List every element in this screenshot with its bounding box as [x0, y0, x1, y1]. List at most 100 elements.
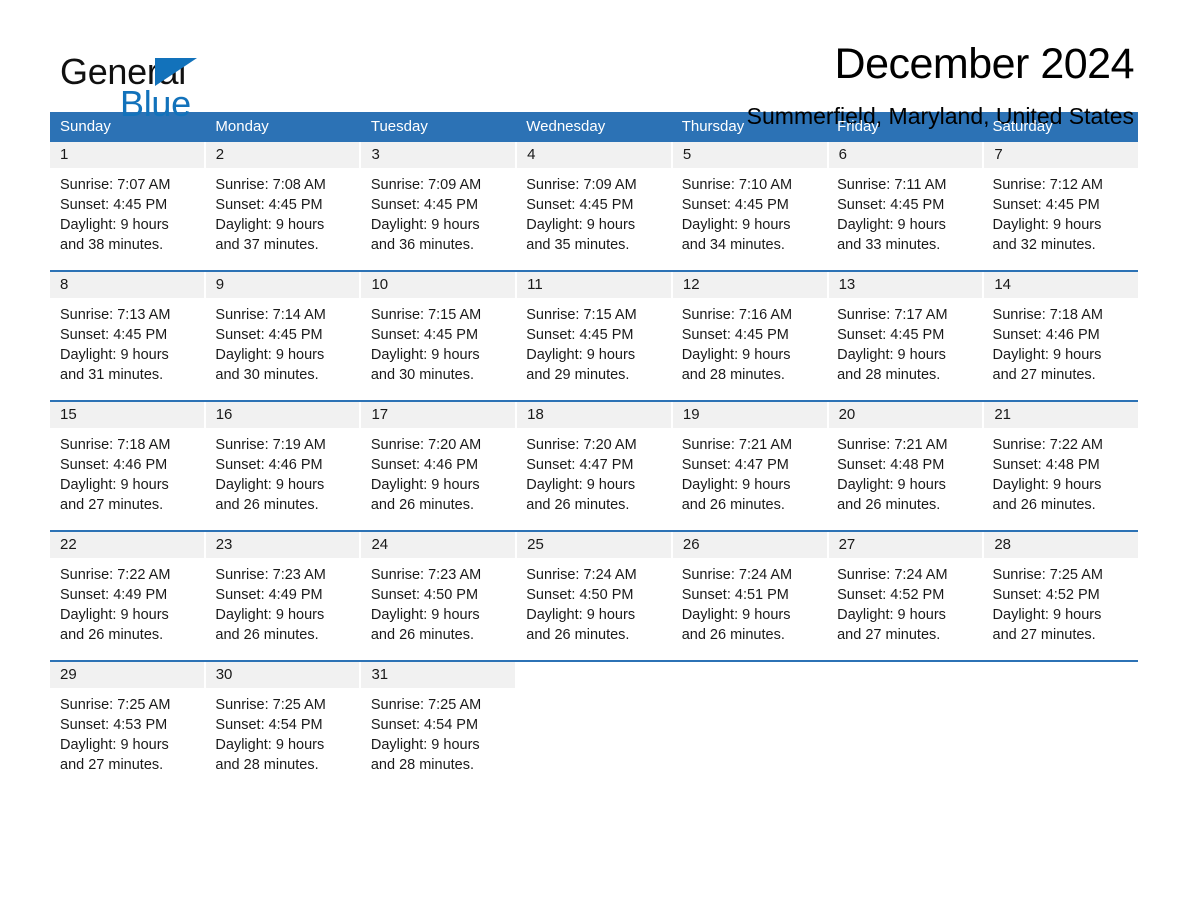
day-cell: Sunrise: 7:24 AM Sunset: 4:52 PM Dayligh…	[827, 565, 982, 660]
sunset-text: Sunset: 4:50 PM	[370, 587, 479, 603]
sunset-text: Sunset: 4:46 PM	[370, 457, 479, 473]
day-cell-empty	[983, 695, 1138, 790]
day-number[interactable]: 8	[50, 272, 204, 298]
page-title: December 2024	[834, 40, 1135, 88]
sunrise-text: Sunrise: 7:24 AM	[526, 567, 637, 583]
sunrise-text: Sunrise: 7:17 AM	[837, 307, 948, 323]
day-number[interactable]: 17	[361, 402, 516, 428]
day-number[interactable]: 27	[828, 532, 983, 558]
day-cell: Sunrise: 7:20 AM Sunset: 4:47 PM Dayligh…	[516, 435, 671, 530]
day-cell: Sunrise: 7:15 AM Sunset: 4:45 PM Dayligh…	[361, 305, 516, 400]
daylight-text-line1: Daylight: 9 hours	[60, 217, 169, 233]
daylight-text-line1: Daylight: 9 hours	[992, 607, 1102, 623]
day-number-empty	[984, 662, 1139, 688]
day-number[interactable]: 23	[205, 532, 360, 558]
sunrise-text: Sunrise: 7:08 AM	[215, 177, 326, 193]
day-number[interactable]: 6	[828, 142, 983, 168]
day-number[interactable]: 4	[517, 142, 671, 168]
day-detail-row: Sunrise: 7:22 AM Sunset: 4:49 PM Dayligh…	[50, 558, 1138, 660]
daylight-text-line2: and 26 minutes.	[370, 627, 475, 643]
day-number[interactable]: 29	[50, 662, 204, 688]
sunrise-text: Sunrise: 7:15 AM	[526, 307, 637, 323]
day-cell: Sunrise: 7:25 AM Sunset: 4:53 PM Dayligh…	[50, 695, 205, 790]
sunset-text: Sunset: 4:45 PM	[370, 327, 479, 343]
sunset-text: Sunset: 4:48 PM	[837, 457, 945, 473]
day-cell: Sunrise: 7:24 AM Sunset: 4:50 PM Dayligh…	[516, 565, 671, 660]
day-cell-empty	[516, 695, 671, 790]
logo-text-blue: Blue	[120, 83, 191, 124]
daylight-text-line1: Daylight: 9 hours	[215, 217, 325, 233]
day-number-empty	[828, 662, 983, 688]
sunrise-text: Sunrise: 7:09 AM	[370, 177, 482, 193]
sunrise-text: Sunrise: 7:21 AM	[837, 437, 948, 453]
sunset-text: Sunset: 4:53 PM	[60, 717, 168, 733]
logo-triangle-icon	[155, 58, 197, 86]
week-row: 8 9 10 11 12 13 14 Sunrise: 7:13 AM Suns…	[50, 272, 1139, 400]
day-cell-empty	[827, 695, 982, 790]
sunset-text: Sunset: 4:48 PM	[992, 457, 1100, 473]
sunset-text: Sunset: 4:45 PM	[681, 327, 789, 343]
daylight-text-line1: Daylight: 9 hours	[60, 477, 169, 493]
day-number[interactable]: 21	[984, 402, 1139, 428]
sunset-text: Sunset: 4:45 PM	[837, 327, 945, 343]
daylight-text-line1: Daylight: 9 hours	[526, 217, 636, 233]
daylight-text-line1: Daylight: 9 hours	[837, 347, 946, 363]
day-number[interactable]: 24	[361, 532, 516, 558]
week-row: 1 2 3 4 5 6 7 Sunrise: 7:07 AM Sunset: 4…	[50, 142, 1139, 270]
sunset-text: Sunset: 4:47 PM	[681, 457, 789, 473]
daylight-text-line1: Daylight: 9 hours	[681, 347, 791, 363]
day-number[interactable]: 31	[361, 662, 516, 688]
sunrise-text: Sunrise: 7:24 AM	[837, 567, 948, 583]
day-number[interactable]: 5	[672, 142, 827, 168]
day-number[interactable]: 30	[205, 662, 360, 688]
sunrise-text: Sunrise: 7:23 AM	[215, 567, 326, 583]
weekday-header-monday: Monday	[215, 118, 269, 135]
day-cell: Sunrise: 7:12 AM Sunset: 4:45 PM Dayligh…	[983, 175, 1138, 270]
daylight-text-line1: Daylight: 9 hours	[215, 607, 325, 623]
daylight-text-line2: and 29 minutes.	[526, 367, 630, 383]
day-number[interactable]: 3	[361, 142, 516, 168]
day-number[interactable]: 22	[50, 532, 204, 558]
day-number[interactable]: 12	[672, 272, 827, 298]
weekday-header-saturday: Saturday	[992, 118, 1053, 135]
daylight-text-line1: Daylight: 9 hours	[526, 477, 636, 493]
day-cell: Sunrise: 7:25 AM Sunset: 4:54 PM Dayligh…	[361, 695, 516, 790]
sunset-text: Sunset: 4:45 PM	[215, 327, 323, 343]
day-number[interactable]: 19	[672, 402, 827, 428]
daylight-text-line1: Daylight: 9 hours	[370, 347, 480, 363]
day-number[interactable]: 18	[517, 402, 671, 428]
day-cell-empty	[672, 695, 827, 790]
day-detail-row: Sunrise: 7:13 AM Sunset: 4:45 PM Dayligh…	[50, 298, 1138, 400]
day-number[interactable]: 26	[672, 532, 827, 558]
day-number[interactable]: 1	[50, 142, 204, 168]
daylight-text-line1: Daylight: 9 hours	[215, 737, 325, 753]
daylight-text-line2: and 32 minutes.	[992, 237, 1096, 253]
sunset-text: Sunset: 4:47 PM	[526, 457, 634, 473]
day-number[interactable]: 7	[984, 142, 1139, 168]
day-number[interactable]: 28	[984, 532, 1139, 558]
day-number-row: 8 9 10 11 12 13 14	[50, 272, 1139, 298]
sunrise-text: Sunrise: 7:11 AM	[837, 177, 947, 193]
day-number[interactable]: 10	[361, 272, 516, 298]
daylight-text-line2: and 26 minutes.	[215, 497, 319, 513]
day-number[interactable]: 15	[50, 402, 204, 428]
sunset-text: Sunset: 4:49 PM	[215, 587, 323, 603]
daylight-text-line1: Daylight: 9 hours	[370, 607, 480, 623]
day-number[interactable]: 25	[517, 532, 671, 558]
day-cell: Sunrise: 7:09 AM Sunset: 4:45 PM Dayligh…	[516, 175, 671, 270]
sunrise-text: Sunrise: 7:25 AM	[215, 697, 326, 713]
day-number[interactable]: 2	[205, 142, 360, 168]
day-number[interactable]: 14	[984, 272, 1139, 298]
day-number[interactable]: 20	[828, 402, 983, 428]
daylight-text-line2: and 28 minutes.	[215, 757, 319, 773]
daylight-text-line2: and 26 minutes.	[526, 627, 630, 643]
day-number[interactable]: 9	[205, 272, 360, 298]
day-number[interactable]: 13	[828, 272, 983, 298]
sunset-text: Sunset: 4:46 PM	[992, 327, 1100, 343]
day-number[interactable]: 16	[205, 402, 360, 428]
day-number[interactable]: 11	[517, 272, 671, 298]
daylight-text-line2: and 26 minutes.	[526, 497, 630, 513]
generalblue-logo[interactable]: General Blue	[50, 42, 250, 122]
daylight-text-line1: Daylight: 9 hours	[837, 607, 946, 623]
sunrise-text: Sunrise: 7:16 AM	[681, 307, 793, 323]
